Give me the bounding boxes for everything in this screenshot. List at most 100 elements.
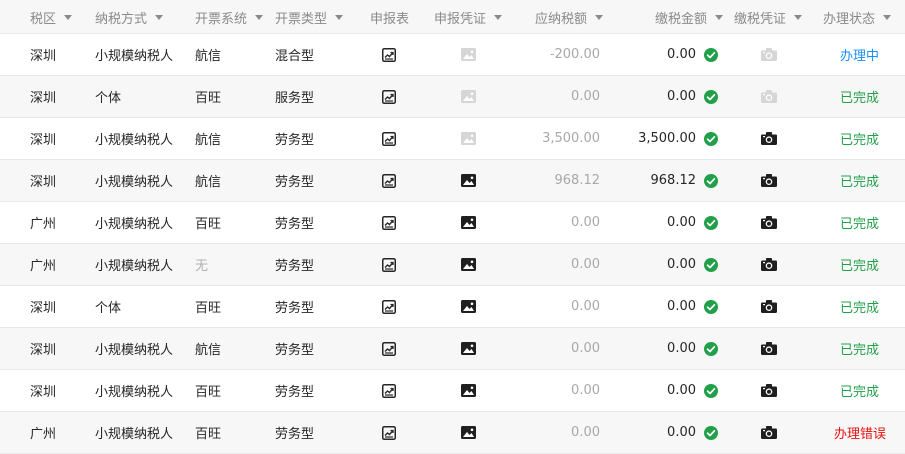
payment-voucher-camera-icon xyxy=(761,34,777,75)
declaration-form-icon[interactable] xyxy=(382,286,396,327)
declaration-voucher-image-icon[interactable] xyxy=(461,244,476,285)
payment-voucher-camera-icon[interactable] xyxy=(761,412,777,453)
declaration-voucher-image-icon[interactable] xyxy=(461,160,476,201)
tax-paid-amount: 3,500.00 xyxy=(638,131,696,146)
cell-invoice-system: 百旺 xyxy=(195,217,222,232)
declaration-form-icon[interactable] xyxy=(382,244,396,285)
cell-tax-method: 小规模纳税人 xyxy=(95,217,174,232)
declaration-voucher-image-icon[interactable] xyxy=(461,370,476,411)
filter-caret-icon[interactable] xyxy=(494,14,503,20)
declaration-voucher-image-icon xyxy=(461,34,476,75)
cell-tax-region: 深圳 xyxy=(30,175,57,190)
table-row: 深圳 个体 百旺 劳务型 0.00 0.00 已完成 xyxy=(0,286,905,328)
cell-tax-method: 小规模纳税人 xyxy=(95,133,174,148)
cell-invoice-system: 航信 xyxy=(195,175,222,190)
cell-tax-paid: 0.00 xyxy=(580,412,718,453)
declaration-form-icon[interactable] xyxy=(382,118,396,159)
cell-tax-region: 深圳 xyxy=(30,301,57,316)
column-header-status[interactable]: 办理状态 xyxy=(823,0,892,34)
payment-voucher-camera-icon[interactable] xyxy=(761,118,777,159)
payment-voucher-camera-icon[interactable] xyxy=(761,244,777,285)
column-header-payment-voucher[interactable]: 缴税凭证 xyxy=(734,0,803,34)
declaration-form-icon[interactable] xyxy=(382,76,396,117)
payment-voucher-camera-icon[interactable] xyxy=(761,370,777,411)
cell-tax-paid: 0.00 xyxy=(580,76,718,117)
cell-invoice-type: 服务型 xyxy=(275,91,315,106)
check-circle-icon xyxy=(704,89,718,104)
cell-tax-region: 广州 xyxy=(30,427,57,442)
cell-invoice-type: 劳务型 xyxy=(275,133,315,148)
declaration-voucher-image-icon[interactable] xyxy=(461,286,476,327)
cell-tax-region: 深圳 xyxy=(30,49,57,64)
declaration-form-icon[interactable] xyxy=(382,412,396,453)
column-header-label: 申报凭证 xyxy=(434,11,487,27)
status-badge: 已完成 xyxy=(840,175,880,190)
column-header-declaration-voucher[interactable]: 申报凭证 xyxy=(434,0,503,34)
cell-tax-method: 小规模纳税人 xyxy=(95,385,174,400)
cell-invoice-type: 劳务型 xyxy=(275,427,315,442)
declaration-voucher-image-icon[interactable] xyxy=(461,412,476,453)
filter-caret-icon[interactable] xyxy=(595,14,604,20)
tax-paid-amount: 0.00 xyxy=(667,257,696,272)
declaration-form-icon[interactable] xyxy=(382,370,396,411)
status-badge: 已完成 xyxy=(840,91,880,106)
column-header-invoice-type[interactable]: 开票类型 xyxy=(275,0,344,34)
declaration-form-icon[interactable] xyxy=(382,328,396,369)
cell-invoice-system: 航信 xyxy=(195,49,222,64)
table-row: 广州 小规模纳税人无劳务型 0.00 0.00 已完成 xyxy=(0,244,905,286)
cell-tax-method: 个体 xyxy=(95,91,122,106)
cell-tax-region: 广州 xyxy=(30,259,57,274)
table-row: 深圳 小规模纳税人 航信 劳务型 3,500.00 3,500.00 已完成 xyxy=(0,118,905,160)
column-header-tax-region[interactable]: 税区 xyxy=(30,0,73,34)
cell-invoice-system: 航信 xyxy=(195,133,222,148)
check-circle-icon xyxy=(704,383,718,398)
table-row: 深圳 小规模纳税人 航信 劳务型 0.00 0.00 已完成 xyxy=(0,328,905,370)
filter-caret-icon[interactable] xyxy=(255,14,264,20)
column-header-invoice-system[interactable]: 开票系统 xyxy=(195,0,264,34)
cell-tax-method: 小规模纳税人 xyxy=(95,427,174,442)
filter-caret-icon[interactable] xyxy=(794,14,803,20)
filter-caret-icon[interactable] xyxy=(155,14,164,20)
cell-tax-paid: 3,500.00 xyxy=(580,118,718,159)
column-header-tax-paid[interactable]: 缴税金额 xyxy=(655,0,724,34)
payment-voucher-camera-icon[interactable] xyxy=(761,202,777,243)
table-row: 深圳 小规模纳税人 航信 劳务型 968.12 968.12 已完成 xyxy=(0,160,905,202)
check-circle-icon xyxy=(704,173,718,188)
cell-tax-method: 小规模纳税人 xyxy=(95,259,174,274)
status-badge[interactable]: 办理中 xyxy=(840,34,879,75)
declaration-form-icon[interactable] xyxy=(382,160,396,201)
column-header-declaration-form: 申报表 xyxy=(370,0,409,34)
tax-paid-amount: 0.00 xyxy=(667,383,696,398)
column-header-label: 税区 xyxy=(30,11,57,27)
cell-tax-region: 深圳 xyxy=(30,385,57,400)
filter-caret-icon[interactable] xyxy=(715,14,724,20)
filter-caret-icon[interactable] xyxy=(883,14,892,20)
tax-paid-amount: 0.00 xyxy=(667,47,696,62)
payment-voucher-camera-icon[interactable] xyxy=(761,286,777,327)
cell-tax-region: 深圳 xyxy=(30,91,57,106)
status-badge[interactable]: 办理错误 xyxy=(834,412,886,453)
filter-caret-icon[interactable] xyxy=(64,14,73,20)
declaration-form-icon[interactable] xyxy=(382,34,396,75)
payment-voucher-camera-icon[interactable] xyxy=(761,328,777,369)
check-circle-icon xyxy=(704,299,718,314)
filter-caret-icon[interactable] xyxy=(335,14,344,20)
cell-invoice-type: 劳务型 xyxy=(275,343,315,358)
cell-tax-region: 深圳 xyxy=(30,343,57,358)
declaration-voucher-image-icon[interactable] xyxy=(461,202,476,243)
cell-invoice-system: 百旺 xyxy=(195,91,222,106)
declaration-form-icon[interactable] xyxy=(382,202,396,243)
check-circle-icon xyxy=(704,47,718,62)
column-header-tax-method[interactable]: 纳税方式 xyxy=(95,0,164,34)
check-circle-icon xyxy=(704,215,718,230)
payment-voucher-camera-icon[interactable] xyxy=(761,160,777,201)
column-header-tax-due[interactable]: 应纳税额 xyxy=(535,0,604,34)
tax-paid-amount: 0.00 xyxy=(667,215,696,230)
status-badge: 已完成 xyxy=(840,301,880,316)
check-circle-icon xyxy=(704,425,718,440)
declaration-voucher-image-icon[interactable] xyxy=(461,328,476,369)
column-header-label: 申报表 xyxy=(370,11,410,27)
cell-tax-paid: 968.12 xyxy=(580,160,718,201)
cell-tax-paid: 0.00 xyxy=(580,286,718,327)
declaration-voucher-image-icon xyxy=(461,118,476,159)
